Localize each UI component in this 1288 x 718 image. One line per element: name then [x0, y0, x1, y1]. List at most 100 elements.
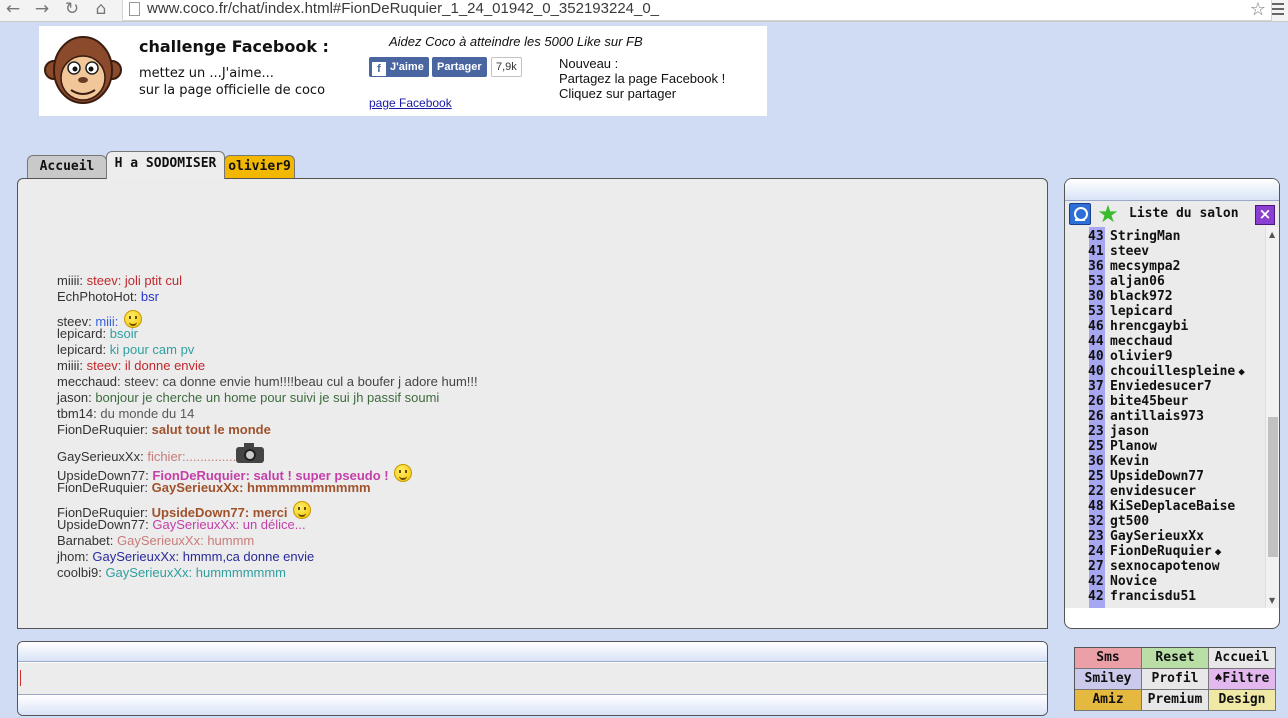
webcam-search-icon[interactable]: [1069, 203, 1091, 225]
user-name[interactable]: Enviedesucer7: [1110, 379, 1212, 394]
user-name[interactable]: bite45beur: [1110, 394, 1188, 409]
user-name[interactable]: black972: [1110, 289, 1173, 304]
user-name[interactable]: olivier9: [1110, 349, 1173, 364]
user-entry[interactable]: 36 mecsympa2: [1088, 259, 1245, 274]
message-author[interactable]: coolbi9:: [57, 565, 102, 580]
user-name[interactable]: StringMan: [1110, 229, 1180, 244]
camera-icon[interactable]: [236, 443, 265, 463]
user-name[interactable]: Novice: [1110, 574, 1157, 589]
home-icon[interactable]: ⌂: [90, 0, 112, 20]
user-name[interactable]: KiSeDeplaceBaise: [1110, 499, 1235, 514]
button-sms[interactable]: Sms: [1075, 648, 1142, 669]
user-name[interactable]: sexnocapotenow: [1110, 559, 1220, 574]
user-entry[interactable]: 25 UpsideDown77: [1088, 469, 1245, 484]
message-author[interactable]: UpsideDown77:: [57, 517, 149, 532]
message-input[interactable]: [18, 663, 1047, 694]
address-bar[interactable]: www.coco.fr/chat/index.html#FionDeRuquie…: [122, 0, 1272, 21]
user-name[interactable]: mecsympa2: [1110, 259, 1180, 274]
button-smiley[interactable]: Smiley: [1075, 669, 1142, 690]
message-author[interactable]: miiii:: [57, 358, 83, 373]
user-entry[interactable]: 26 antillais973: [1088, 409, 1245, 424]
user-name[interactable]: UpsideDown77: [1110, 469, 1204, 484]
user-entry[interactable]: 48 KiSeDeplaceBaise: [1088, 499, 1245, 514]
user-name[interactable]: Planow: [1110, 439, 1157, 454]
user-name[interactable]: FionDeRuquier: [1110, 544, 1212, 559]
like-label: J'aime: [390, 61, 424, 73]
scroll-up-icon[interactable]: ▲: [1269, 230, 1275, 239]
message-author[interactable]: FionDeRuquier:: [57, 422, 148, 437]
user-entry[interactable]: 44 mecchaud: [1088, 334, 1245, 349]
message-author[interactable]: tbm14:: [57, 406, 97, 421]
user-name[interactable]: francisdu51: [1110, 589, 1196, 604]
user-name[interactable]: antillais973: [1110, 409, 1204, 424]
message-author[interactable]: jason:: [57, 390, 92, 405]
user-name[interactable]: gt500: [1110, 514, 1149, 529]
chat-message: mecchaud: steev: ca donne envie hum!!!!b…: [57, 374, 478, 390]
favorites-star-icon[interactable]: ★: [1096, 202, 1120, 226]
user-name[interactable]: jason: [1110, 424, 1149, 439]
button-accueil[interactable]: Accueil: [1209, 648, 1276, 669]
reload-icon[interactable]: ↻: [61, 0, 83, 20]
back-icon[interactable]: ←: [2, 0, 24, 20]
user-entry[interactable]: 40 chcouillespleine ◆: [1088, 364, 1245, 379]
user-entry[interactable]: 42 Novice: [1088, 574, 1245, 589]
user-entry[interactable]: 30 black972: [1088, 289, 1245, 304]
tab-accueil[interactable]: Accueil: [27, 155, 107, 179]
facebook-share-button[interactable]: Partager: [432, 57, 487, 77]
user-name[interactable]: envidesucer: [1110, 484, 1196, 499]
button-reset[interactable]: Reset: [1142, 648, 1209, 669]
user-name[interactable]: Kevin: [1110, 454, 1149, 469]
scrollbar-thumb[interactable]: [1268, 417, 1278, 557]
user-age: 26: [1088, 409, 1104, 424]
user-entry[interactable]: 32 gt500: [1088, 514, 1245, 529]
user-entry[interactable]: 26 bite45beur: [1088, 394, 1245, 409]
user-name[interactable]: hrencgaybi: [1110, 319, 1188, 334]
message-author[interactable]: miiii:: [57, 273, 83, 288]
user-name[interactable]: lepicard: [1110, 304, 1173, 319]
user-entry[interactable]: 53 lepicard: [1088, 304, 1245, 319]
user-entry[interactable]: 27 sexnocapotenow: [1088, 559, 1245, 574]
message-author[interactable]: Barnabet:: [57, 533, 113, 548]
scroll-down-icon[interactable]: ▼: [1269, 596, 1275, 605]
user-entry[interactable]: 53 aljan06: [1088, 274, 1245, 289]
user-name[interactable]: aljan06: [1110, 274, 1165, 289]
user-entry[interactable]: 42 francisdu51: [1088, 589, 1245, 604]
message-author[interactable]: lepicard:: [57, 342, 106, 357]
user-entry[interactable]: 43 StringMan: [1088, 229, 1245, 244]
message-author[interactable]: EchPhotoHot:: [57, 289, 137, 304]
user-entry[interactable]: 40 olivier9: [1088, 349, 1245, 364]
message-author[interactable]: GaySerieuxXx:: [57, 449, 144, 464]
button-filtre[interactable]: ♠Filtre: [1209, 669, 1276, 690]
message-author[interactable]: FionDeRuquier:: [57, 480, 148, 495]
user-name[interactable]: mecchaud: [1110, 334, 1173, 349]
close-icon[interactable]: ×: [1255, 205, 1275, 225]
user-entry[interactable]: 22 envidesucer: [1088, 484, 1245, 499]
button-premium[interactable]: Premium: [1142, 690, 1209, 711]
message-author[interactable]: jhom:: [57, 549, 89, 564]
user-entries: 43 StringMan 41 steev 36 mecsympa2 53 aljan06 30…: [1088, 229, 1245, 604]
button-profil[interactable]: Profil: [1142, 669, 1209, 690]
tab-olivier9[interactable]: olivier9: [224, 155, 295, 179]
tab-h-a-sodomiser[interactable]: H a SODOMISER: [106, 151, 225, 179]
user-entry[interactable]: 36 Kevin: [1088, 454, 1245, 469]
user-list-scrollbar[interactable]: ▲ ▼: [1265, 227, 1279, 608]
facebook-page-link[interactable]: page Facebook: [369, 96, 452, 110]
button-amiz[interactable]: Amiz: [1075, 690, 1142, 711]
facebook-like-button[interactable]: f J'aime: [369, 57, 429, 77]
user-entry[interactable]: 23 GaySerieuxXx: [1088, 529, 1245, 544]
user-entry[interactable]: 23 jason: [1088, 424, 1245, 439]
menu-icon[interactable]: [1272, 3, 1284, 18]
button-design[interactable]: Design: [1209, 690, 1276, 711]
forward-icon[interactable]: →: [31, 0, 53, 20]
user-entry[interactable]: 41 steev: [1088, 244, 1245, 259]
user-entry[interactable]: 25 Planow: [1088, 439, 1245, 454]
user-name[interactable]: GaySerieuxXx: [1110, 529, 1204, 544]
user-entry[interactable]: 24 FionDeRuquier ◆: [1088, 544, 1245, 559]
user-entry[interactable]: 46 hrencgaybi: [1088, 319, 1245, 334]
message-author[interactable]: lepicard:: [57, 326, 106, 341]
message-author[interactable]: mecchaud:: [57, 374, 121, 389]
user-name[interactable]: steev: [1110, 244, 1149, 259]
user-entry[interactable]: 37 Enviedesucer7: [1088, 379, 1245, 394]
bookmark-star-icon[interactable]: ☆: [1250, 0, 1266, 20]
user-name[interactable]: chcouillespleine: [1110, 364, 1235, 379]
